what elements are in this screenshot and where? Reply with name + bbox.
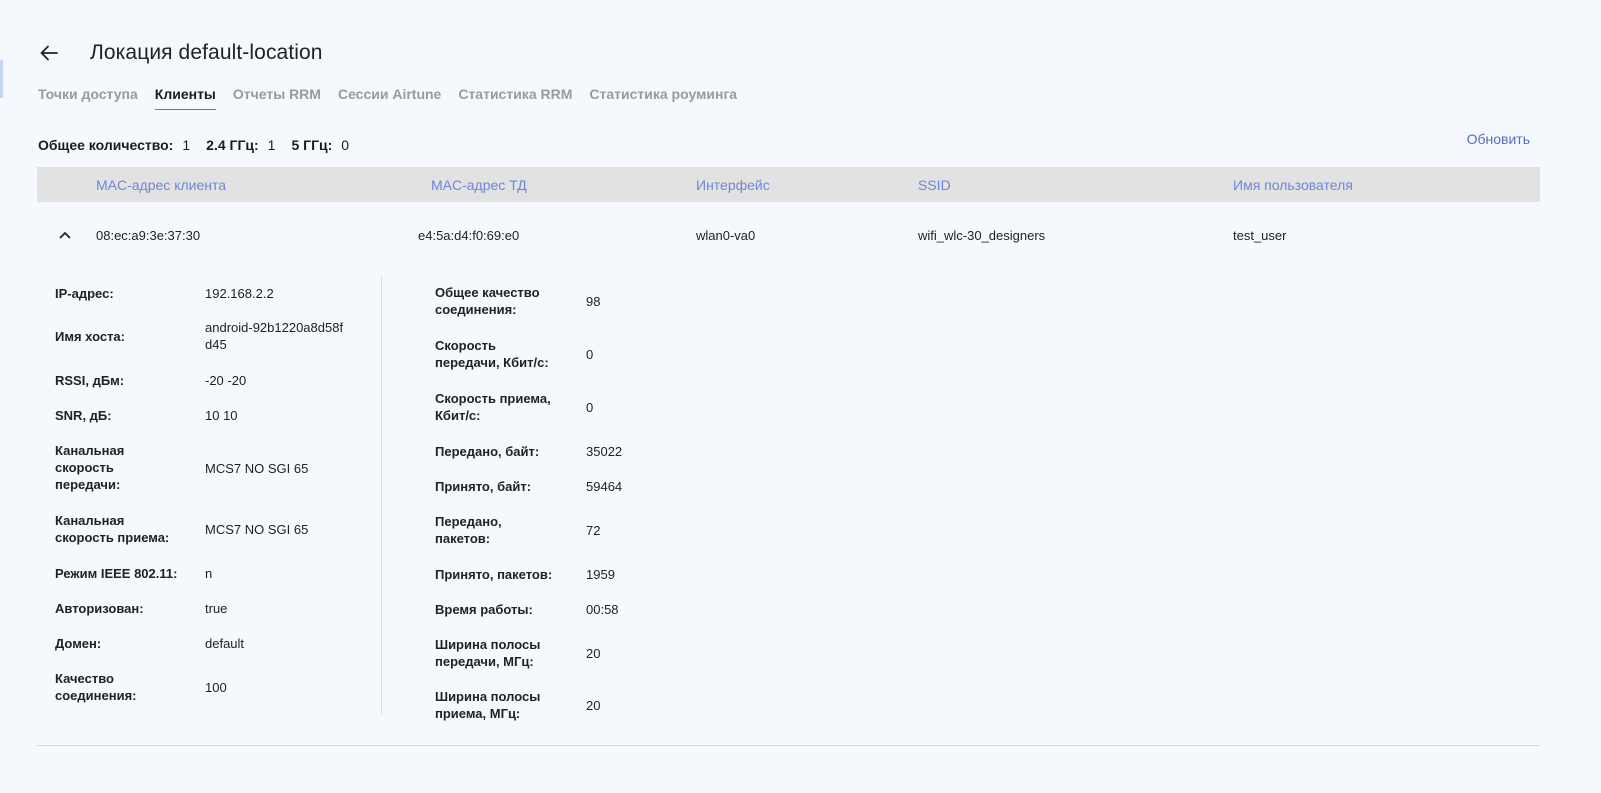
column-header-username[interactable]: Имя пользователя [1233, 177, 1353, 193]
detail-label-rx-bytes: Принято, байт: [435, 479, 532, 494]
cell-ap-mac: e4:5a:d4:f0:69:e0 [418, 228, 520, 243]
band24-count-value: 1 [267, 137, 276, 153]
detail-value-rx-bandwidth: 20 [586, 698, 601, 713]
band5-count-value: 0 [341, 137, 350, 153]
tab-rrm-reports[interactable]: Отчеты RRM [233, 86, 321, 109]
detail-value-authorized: true [205, 601, 228, 616]
cell-client-mac: 08:ec:a9:3e:37:30 [96, 228, 201, 243]
band5-count-label: 5 ГГц: [291, 137, 333, 153]
total-count-value: 1 [182, 137, 191, 153]
detail-value-ieee-mode: n [205, 566, 213, 581]
detail-label-domain: Домен: [55, 636, 102, 651]
detail-label-tx-bytes: Передано, байт: [435, 444, 540, 459]
detail-label-snr: SNR, дБ: [55, 408, 112, 423]
detail-value-rx-packets: 1959 [586, 567, 615, 582]
detail-value-rx-bytes: 59464 [586, 479, 623, 494]
total-count-label: Общее количество: [38, 137, 174, 153]
tab-access-points[interactable]: Точки доступа [38, 86, 138, 109]
detail-label-rssi: RSSI, дБм: [55, 373, 125, 388]
detail-value-tx-bandwidth: 20 [586, 646, 601, 661]
column-header-ap-mac[interactable]: MAC-адрес ТД [431, 177, 527, 193]
left-nav-accent [0, 60, 3, 98]
tab-bar: Точки доступа Клиенты Отчеты RRM Сессии … [38, 86, 737, 114]
detail-label-ieee-mode: Режим IEEE 802.11: [55, 566, 178, 581]
chevron-up-icon [59, 232, 71, 239]
cell-ssid: wifi_wlc-30_designers [918, 228, 1046, 243]
column-header-interface[interactable]: Интерфейс [696, 177, 770, 193]
collapse-row-button[interactable] [57, 227, 73, 243]
cell-interface: wlan0-va0 [696, 228, 756, 243]
arrow-left-icon [40, 45, 58, 61]
column-header-ssid[interactable]: SSID [918, 177, 951, 193]
client-counts: Общее количество: 1 2.4 ГГц: 1 5 ГГц: 0 [38, 136, 365, 154]
page-title: Локация default-location [90, 41, 323, 64]
detail-label-tx-channel-rate: Канальная скорость передачи: [55, 443, 125, 492]
detail-value-hostname: android-92b1220a8d58fd45 [205, 320, 344, 352]
tab-roaming-statistics[interactable]: Статистика роуминга [589, 86, 737, 109]
detail-value-snr: 10 10 [205, 408, 238, 423]
detail-label-link-quality: Качество соединения: [55, 671, 137, 703]
detail-label-uptime: Время работы: [435, 602, 533, 617]
detail-value-link-quality: 100 [205, 680, 227, 695]
detail-label-rx-rate: Скорость приема, Кбит/с: [435, 391, 551, 423]
detail-value-rx-channel-rate: MCS7 NO SGI 65 [205, 522, 309, 537]
tab-rrm-statistics[interactable]: Статистика RRM [458, 86, 572, 109]
detail-label-tx-bandwidth: Ширина полосы передачи, МГц: [435, 637, 541, 669]
detail-label-rx-bandwidth: Ширина полосы приема, МГц: [435, 689, 541, 721]
detail-value-ip: 192.168.2.2 [205, 286, 274, 301]
detail-value-tx-rate: 0 [586, 347, 594, 362]
tab-airtune-sessions[interactable]: Сессии Airtune [338, 86, 441, 109]
table-bottom-divider [37, 745, 1540, 746]
column-header-client-mac[interactable]: MAC-адрес клиента [96, 177, 226, 193]
detail-label-overall-quality: Общее качество соединения: [435, 285, 540, 317]
table-header: MAC-адрес клиента MAC-адрес ТД Интерфейс… [37, 167, 1540, 202]
detail-value-tx-bytes: 35022 [586, 444, 623, 459]
detail-label-authorized: Авторизован: [55, 601, 144, 616]
detail-value-tx-channel-rate: MCS7 NO SGI 65 [205, 461, 309, 476]
tab-clients[interactable]: Клиенты [154, 86, 216, 110]
detail-value-uptime: 00:58 [586, 602, 619, 617]
detail-value-tx-packets: 72 [586, 523, 601, 538]
client-details-panel: IP-адрес: 192.168.2.2 Имя хоста: android… [37, 276, 1540, 736]
refresh-button[interactable]: Обновить [1467, 131, 1530, 147]
detail-value-overall-quality: 98 [586, 294, 601, 309]
details-divider [381, 276, 382, 714]
detail-label-tx-rate: Скорость передачи, Кбит/с: [435, 338, 549, 370]
detail-label-ip: IP-адрес: [55, 286, 114, 301]
detail-label-rx-packets: Принято, пакетов: [435, 567, 553, 582]
detail-label-tx-packets: Передано, пакетов: [435, 514, 502, 546]
cell-username: test_user [1233, 228, 1287, 243]
detail-value-rssi: -20 -20 [205, 373, 247, 388]
page-header: Локация default-location [38, 36, 323, 70]
detail-label-hostname: Имя хоста: [55, 329, 125, 344]
detail-value-rx-rate: 0 [586, 400, 594, 415]
table-row[interactable]: 08:ec:a9:3e:37:30 e4:5a:d4:f0:69:e0 wlan… [37, 220, 1540, 252]
detail-value-domain: default [205, 636, 245, 651]
back-button[interactable] [38, 42, 60, 64]
band24-count-label: 2.4 ГГц: [206, 137, 259, 153]
detail-label-rx-channel-rate: Канальная скорость приема: [55, 513, 170, 545]
